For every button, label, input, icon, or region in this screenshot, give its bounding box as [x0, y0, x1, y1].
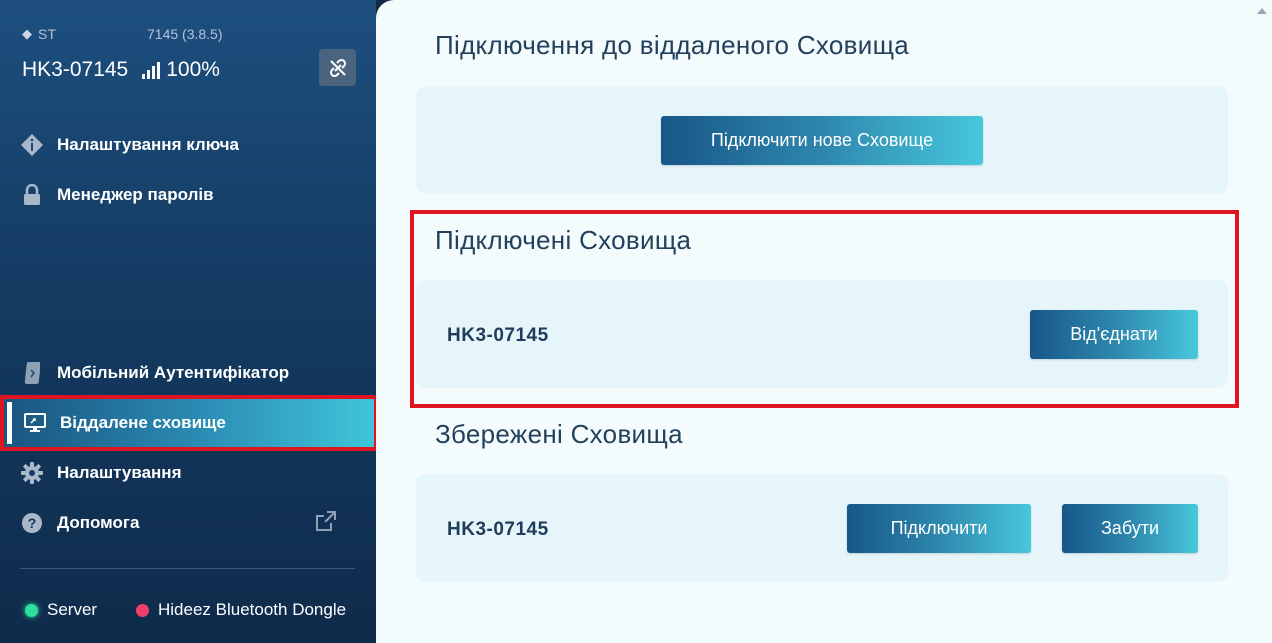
- connected-section-highlight: [410, 210, 1239, 408]
- svg-text:?: ?: [28, 515, 37, 531]
- device-header: HK3-07145 100%: [22, 58, 220, 82]
- saved-vault-name: HK3-07145: [447, 519, 549, 540]
- signal-icon: [142, 61, 161, 79]
- connect-section-title: Підключення до віддаленого Сховища: [435, 30, 910, 60]
- device-type-label: ST: [38, 26, 56, 42]
- nav-settings-label: Налаштування: [57, 463, 182, 482]
- remote-monitor-icon: [22, 410, 48, 436]
- status-dongle-label: Hideez Bluetooth Dongle: [158, 600, 347, 619]
- server-status-dot: [25, 603, 38, 617]
- saved-section-title: Збережені Сховища: [435, 419, 683, 449]
- nav-password-manager-label: Менеджер паролів: [57, 185, 214, 204]
- nav-key-settings[interactable]: Налаштування ключа: [0, 124, 376, 166]
- unlink-device-button[interactable]: [319, 49, 356, 86]
- connect-saved-vault-button[interactable]: Підключити: [847, 504, 1031, 553]
- nav-remote-vault[interactable]: Віддалене сховище: [0, 395, 378, 451]
- device-diamond-icon: ◆: [22, 26, 32, 41]
- nav-remote-vault-label: Віддалене сховище: [60, 413, 226, 432]
- help-icon: ?: [19, 510, 45, 536]
- status-dongle: Hideez Bluetooth Dongle: [136, 600, 346, 620]
- connect-new-vault-button[interactable]: Підключити нове Сховище: [661, 116, 983, 165]
- device-version: 7145 (3.8.5): [147, 26, 223, 42]
- scroll-up-arrow-icon[interactable]: [1257, 8, 1267, 14]
- device-name: HK3-07145: [22, 58, 129, 81]
- nav-password-manager[interactable]: Менеджер паролів: [0, 174, 376, 216]
- device-type: ◆ ST: [22, 26, 56, 42]
- gear-icon: [19, 460, 45, 486]
- battery-level: 100%: [166, 58, 220, 81]
- external-link-icon[interactable]: [315, 510, 337, 537]
- nav-help-label: Допомога: [57, 513, 140, 532]
- key-info-icon: [19, 132, 45, 158]
- nav-settings[interactable]: Налаштування: [0, 452, 376, 494]
- lock-icon: [19, 182, 45, 208]
- nav-mobile-authenticator-label: Мобільний Аутентифікатор: [57, 363, 290, 382]
- active-indicator: [7, 402, 12, 444]
- sidebar: ◆ ST 7145 (3.8.5) HK3-07145 100% Налашту…: [0, 0, 378, 643]
- nav-mobile-authenticator[interactable]: Мобільний Аутентифікатор: [0, 352, 376, 394]
- status-server-label: Server: [47, 600, 98, 619]
- sidebar-divider: [20, 568, 355, 569]
- unlink-icon: [329, 58, 346, 77]
- nav-key-settings-label: Налаштування ключа: [57, 135, 239, 154]
- mobile-icon: [19, 360, 45, 386]
- dongle-status-dot: [136, 603, 149, 617]
- status-server: Server: [25, 600, 97, 620]
- forget-vault-button[interactable]: Забути: [1062, 504, 1198, 553]
